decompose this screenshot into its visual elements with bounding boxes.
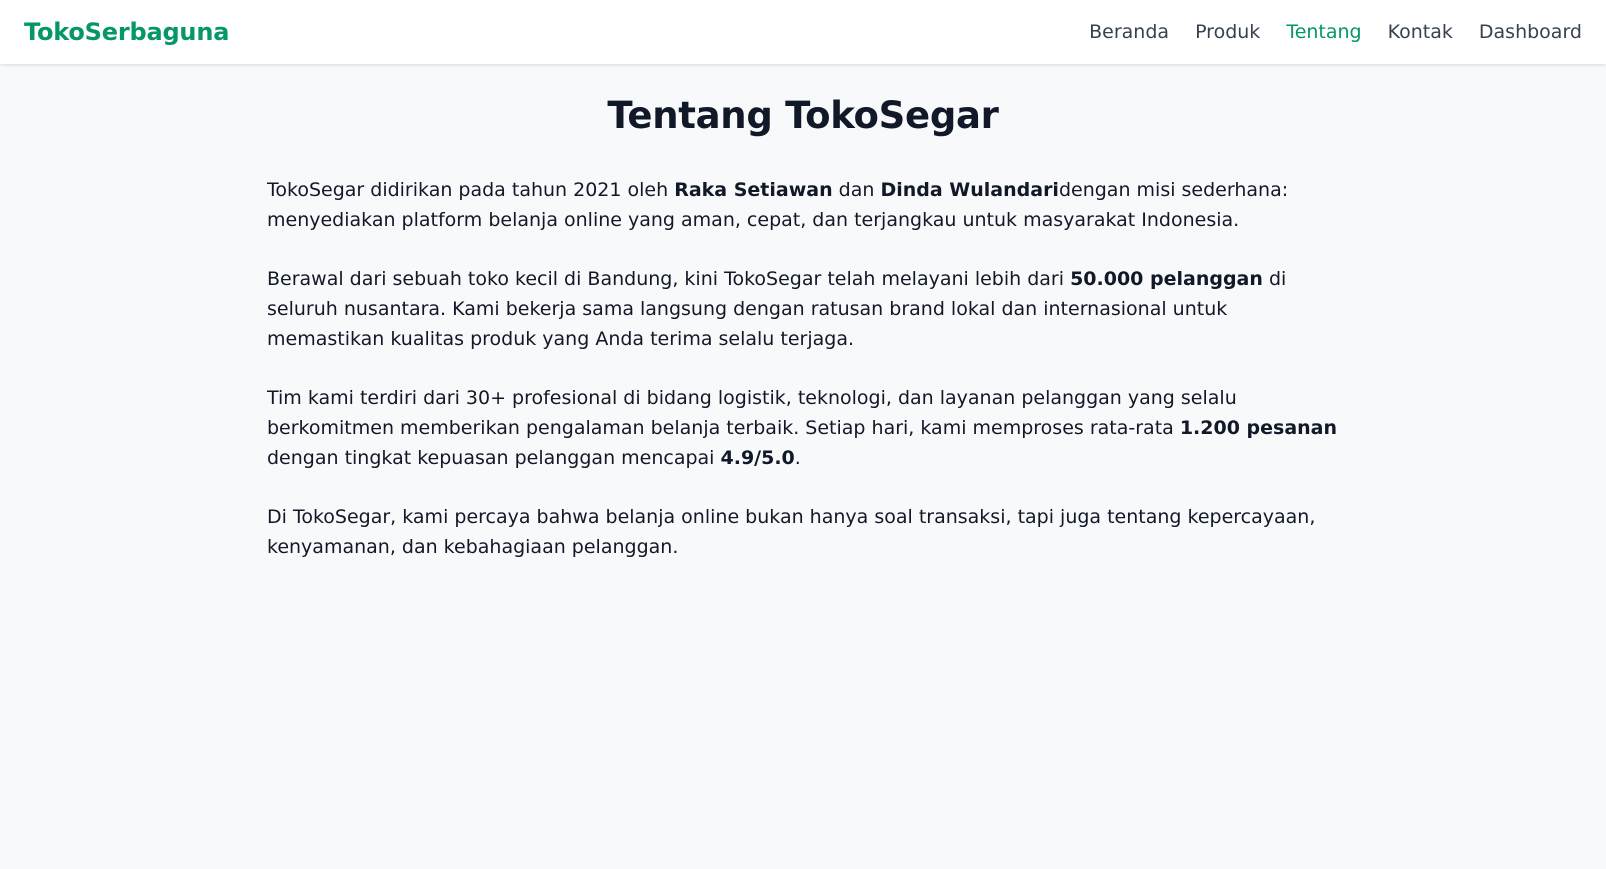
brand-logo-link[interactable]: TokoSerbaguna: [24, 18, 229, 46]
about-section: Tentang TokoSegar TokoSegar didirikan pa…: [263, 64, 1343, 562]
nav-link-produk[interactable]: Produk: [1195, 21, 1260, 43]
page-title: Tentang TokoSegar: [607, 94, 999, 137]
about-p2-text-1: Berawal dari sebuah toko kecil di Bandun…: [267, 268, 1071, 290]
nav-link-kontak[interactable]: Kontak: [1388, 21, 1453, 43]
about-p1-text-2: dan: [832, 179, 881, 201]
navbar: TokoSerbaguna Beranda Produk Tentang Kon…: [0, 0, 1606, 64]
about-p3-text-3: .: [794, 447, 801, 469]
main-nav: Beranda Produk Tentang Kontak Dashboard: [1089, 21, 1582, 43]
about-p1-text-1: TokoSegar didirikan pada tahun 2021 oleh: [267, 179, 675, 201]
founder-name-dinda: Dinda Wulandari: [880, 179, 1059, 201]
customer-count: 50.000 pelanggan: [1070, 268, 1263, 290]
founder-name-raka: Raka Setiawan: [674, 179, 833, 201]
satisfaction-rating: 4.9/5.0: [720, 447, 795, 469]
about-paragraph-team: Tim kami terdiri dari 30+ profesional di…: [263, 383, 1343, 473]
nav-link-dashboard[interactable]: Dashboard: [1479, 21, 1582, 43]
daily-orders: 1.200 pesanan: [1179, 417, 1338, 439]
about-paragraph-founding: TokoSegar didirikan pada tahun 2021 oleh…: [263, 175, 1343, 235]
about-paragraph-growth: Berawal dari sebuah toko kecil di Bandun…: [263, 264, 1343, 354]
nav-link-tentang[interactable]: Tentang: [1286, 21, 1361, 43]
about-p3-text-2: dengan tingkat kepuasan pelanggan mencap…: [267, 447, 721, 469]
nav-link-beranda[interactable]: Beranda: [1089, 21, 1169, 43]
about-paragraph-belief: Di TokoSegar, kami percaya bahwa belanja…: [263, 502, 1343, 562]
about-p4-text-1: Di TokoSegar, kami percaya bahwa belanja…: [267, 506, 1316, 558]
about-p3-text-1: Tim kami terdiri dari 30+ profesional di…: [267, 387, 1237, 439]
